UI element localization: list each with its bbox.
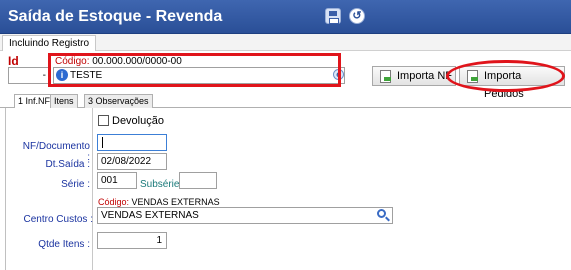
cc-codigo-value: VENDAS EXTERNAS — [131, 197, 220, 207]
dt-saida-input[interactable]: 02/08/2022 — [97, 153, 167, 170]
nf-input[interactable] — [97, 134, 167, 151]
devolucao-label: Devolução — [112, 115, 164, 127]
import-nf-button[interactable]: Importa NF — [372, 66, 456, 86]
document-icon — [380, 70, 391, 83]
highlight-rectangle — [48, 53, 341, 87]
refresh-icon[interactable]: ↺ — [349, 8, 365, 24]
serie-label: Série : — [61, 179, 90, 190]
id-field[interactable]: - — [8, 67, 50, 84]
form-divider — [92, 108, 93, 270]
centro-custos-label: Centro Custos : — [23, 214, 93, 225]
cc-codigo-label: Código: — [98, 197, 130, 207]
dt-saida-label: Dt.Saída : — [45, 159, 90, 170]
text-caret — [102, 137, 103, 148]
title-bar: Saída de Estoque - Revenda ↺ — [0, 0, 571, 34]
devolucao-checkbox[interactable] — [98, 115, 109, 126]
cc-codigo-caption: Código: VENDAS EXTERNAS — [98, 197, 220, 207]
mode-tab[interactable]: Incluindo Registro — [2, 35, 97, 51]
save-icon[interactable] — [325, 8, 341, 24]
centro-custos-input[interactable]: VENDAS EXTERNAS — [97, 207, 393, 224]
qtde-itens-label: Qtde Itens : — [38, 239, 90, 250]
import-nf-label: Importa NF — [397, 70, 453, 82]
id-label: Id — [8, 54, 19, 68]
window-title: Saída de Estoque - Revenda — [8, 8, 223, 25]
tab-inf-nf[interactable]: 1 Inf.NF — [14, 94, 55, 109]
search-icon[interactable] — [377, 209, 386, 218]
subserie-input[interactable] — [179, 172, 217, 189]
serie-input[interactable]: 001 — [97, 172, 137, 189]
highlight-oval — [446, 60, 565, 92]
tab-observacoes[interactable]: 3 Observações — [84, 94, 153, 108]
qtde-itens-input[interactable]: 1 — [97, 232, 167, 249]
tab-itens[interactable]: Itens — [50, 94, 78, 108]
